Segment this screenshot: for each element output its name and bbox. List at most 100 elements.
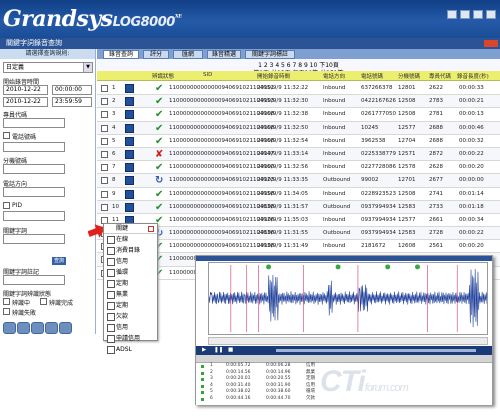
pid-checkbox[interactable]	[3, 202, 10, 209]
row-checkbox[interactable]	[101, 124, 108, 132]
row-number: 10	[112, 203, 119, 210]
table-row[interactable]: 10 ✔ 110000000000000940691021104838 2010/9/…	[97, 200, 500, 214]
row-checkbox[interactable]	[101, 98, 108, 106]
preset-select[interactable]: 日定義 ▼	[3, 62, 93, 73]
popup-item[interactable]: 欠款	[104, 311, 157, 322]
waveform-plot[interactable]	[208, 262, 488, 335]
save-icon[interactable]	[125, 84, 134, 93]
keyword-field[interactable]	[3, 234, 65, 244]
popup-item[interactable]: 信用	[104, 322, 157, 333]
save-icon[interactable]	[125, 189, 134, 199]
tab-keyword-mark[interactable]: 關鍵字詞標註	[245, 50, 295, 59]
report-icon[interactable]	[59, 322, 72, 334]
end-time-field[interactable]: 23:59:59	[52, 97, 92, 107]
pause-icon[interactable]: ❚❚	[214, 347, 223, 353]
popup-close-icon[interactable]	[148, 226, 154, 232]
tab-selection[interactable]: 錄音精選	[207, 50, 241, 59]
save-icon[interactable]	[125, 110, 134, 120]
home-icon[interactable]	[447, 10, 457, 19]
end-date-field[interactable]: 2010-12-22	[3, 97, 48, 107]
pid-field[interactable]	[3, 211, 65, 221]
row-checkbox[interactable]	[101, 137, 108, 145]
direction-field[interactable]	[3, 187, 65, 197]
status-check-icon: ✔	[155, 162, 164, 174]
table-row[interactable]: 5 ✔ 110000000000000940691021104968 2010/9/9…	[97, 135, 500, 148]
ext-field[interactable]	[3, 164, 65, 174]
table-row[interactable]: 3 ✔ 110000000000000940691021104968 2010/9/9…	[97, 108, 500, 122]
row-checkbox[interactable]	[101, 150, 108, 158]
status-checkbox-recognizing[interactable]	[3, 298, 10, 305]
popup-item[interactable]: 消費目錄	[104, 245, 157, 256]
row-checkbox[interactable]	[101, 177, 108, 185]
ext-cell: 12508	[398, 98, 416, 105]
table-row[interactable]: 7 ✔ 110000000000000940691021104960 2010/9/9…	[97, 161, 500, 175]
save-icon[interactable]	[125, 202, 134, 212]
table-row[interactable]: 4 ✔ 110000000000000940691021104968 2010/9/9…	[97, 121, 500, 135]
popup-item[interactable]: 無業	[104, 289, 157, 300]
table-row[interactable]: 1 ✔ 110000000000000940691021104951 2010/9/9…	[97, 82, 500, 96]
row-number: 7	[112, 164, 116, 171]
status-checkbox-failed[interactable]	[3, 308, 10, 315]
phone-cell: 0937994934	[361, 203, 396, 210]
close-icon[interactable]	[484, 40, 498, 47]
popup-item[interactable]: 定期	[104, 300, 157, 311]
time-cell: 2010/9/9 11:31:55	[257, 230, 309, 237]
logout-icon[interactable]	[486, 10, 496, 19]
start-date-field[interactable]: 2010-12-22	[3, 85, 48, 95]
keyword-popup: 關鍵 在線 消費目錄 信用 循環 定期 無業 定期 欠款 信用 申請信用 ADSL	[103, 223, 158, 354]
tool-icons	[3, 319, 73, 338]
table-row[interactable]: 9 ✔ 110000000000000940691021104958 2010/9/9…	[97, 188, 500, 201]
query-button[interactable]: 查詢	[52, 257, 66, 265]
phone-checkbox[interactable]	[3, 132, 10, 139]
settings-icon[interactable]	[473, 10, 483, 19]
time-cell: 2010/9/9 11:35:03	[257, 216, 309, 223]
popup-item[interactable]: 申請信用	[104, 333, 157, 344]
export-icon[interactable]	[3, 322, 16, 334]
status-checkbox-done[interactable]	[40, 298, 47, 305]
print-icon[interactable]	[17, 322, 30, 334]
save-icon[interactable]	[125, 136, 134, 146]
phone-cell: 10245	[361, 124, 379, 131]
popup-item[interactable]: 定期	[104, 278, 157, 289]
play-icon[interactable]: ▶	[202, 347, 206, 353]
tab-scoring[interactable]: 評分	[143, 50, 169, 59]
save-icon[interactable]	[125, 149, 134, 159]
keyword-note-field[interactable]	[3, 275, 65, 285]
save-icon[interactable]	[125, 123, 134, 133]
row-checkbox[interactable]	[101, 111, 108, 119]
table-row[interactable]: 6 ✘ 110000000000000940691021104947 2010/9/9…	[97, 147, 500, 162]
popup-list: 在線 消費目錄 信用 循環 定期 無業 定期 欠款 信用 申請信用 ADSL	[104, 234, 157, 355]
row-checkbox[interactable]	[101, 190, 108, 198]
query-panel: 請選擇查詢規則: 日定義 ▼ 開始錄音時間 2010-12-22 00:00:00…	[0, 49, 96, 334]
popup-item[interactable]: 在線	[104, 234, 157, 245]
download-icon[interactable]	[31, 322, 44, 334]
status-check-icon: ✔	[155, 83, 164, 94]
mail-icon[interactable]	[45, 322, 58, 334]
phone-field[interactable]	[3, 142, 65, 152]
phone-cell: 0937994934	[361, 216, 396, 223]
row-checkbox[interactable]	[101, 85, 108, 92]
popup-item[interactable]: ADSL	[104, 344, 157, 355]
stop-icon[interactable]: ■	[228, 347, 233, 353]
popup-item[interactable]: 循環	[104, 267, 157, 278]
save-icon[interactable]	[125, 163, 134, 173]
save-icon[interactable]	[125, 97, 134, 107]
popup-item[interactable]: 信用	[104, 256, 157, 267]
agent-cell: 2677	[429, 177, 443, 184]
status-option-recognizing: 辨識中	[12, 300, 31, 307]
help-icon[interactable]	[460, 10, 470, 19]
table-row[interactable]: 8 ↻ 110000000000000940691021104923 2010/9/9…	[97, 174, 500, 188]
hit-marker-icon	[201, 384, 204, 388]
time-cell: 2010/9/9 11:32:30	[257, 98, 309, 105]
tab-recording-query[interactable]: 錄音查詢	[103, 50, 139, 59]
playback-slider[interactable]	[276, 349, 476, 352]
row-checkbox[interactable]	[101, 164, 108, 172]
table-row[interactable]: 2 ✔ 110000000000000940691021104953 2010/9/9…	[97, 95, 500, 109]
start-time-field[interactable]: 00:00:00	[52, 85, 92, 95]
row-checkbox[interactable]	[101, 203, 108, 211]
save-icon[interactable]	[125, 176, 134, 186]
agent-field[interactable]	[3, 118, 65, 128]
tab-export[interactable]: 匯網	[173, 50, 203, 59]
col-ext: 分機號碼	[398, 74, 421, 80]
phone-label: 電話號碼	[12, 134, 37, 141]
